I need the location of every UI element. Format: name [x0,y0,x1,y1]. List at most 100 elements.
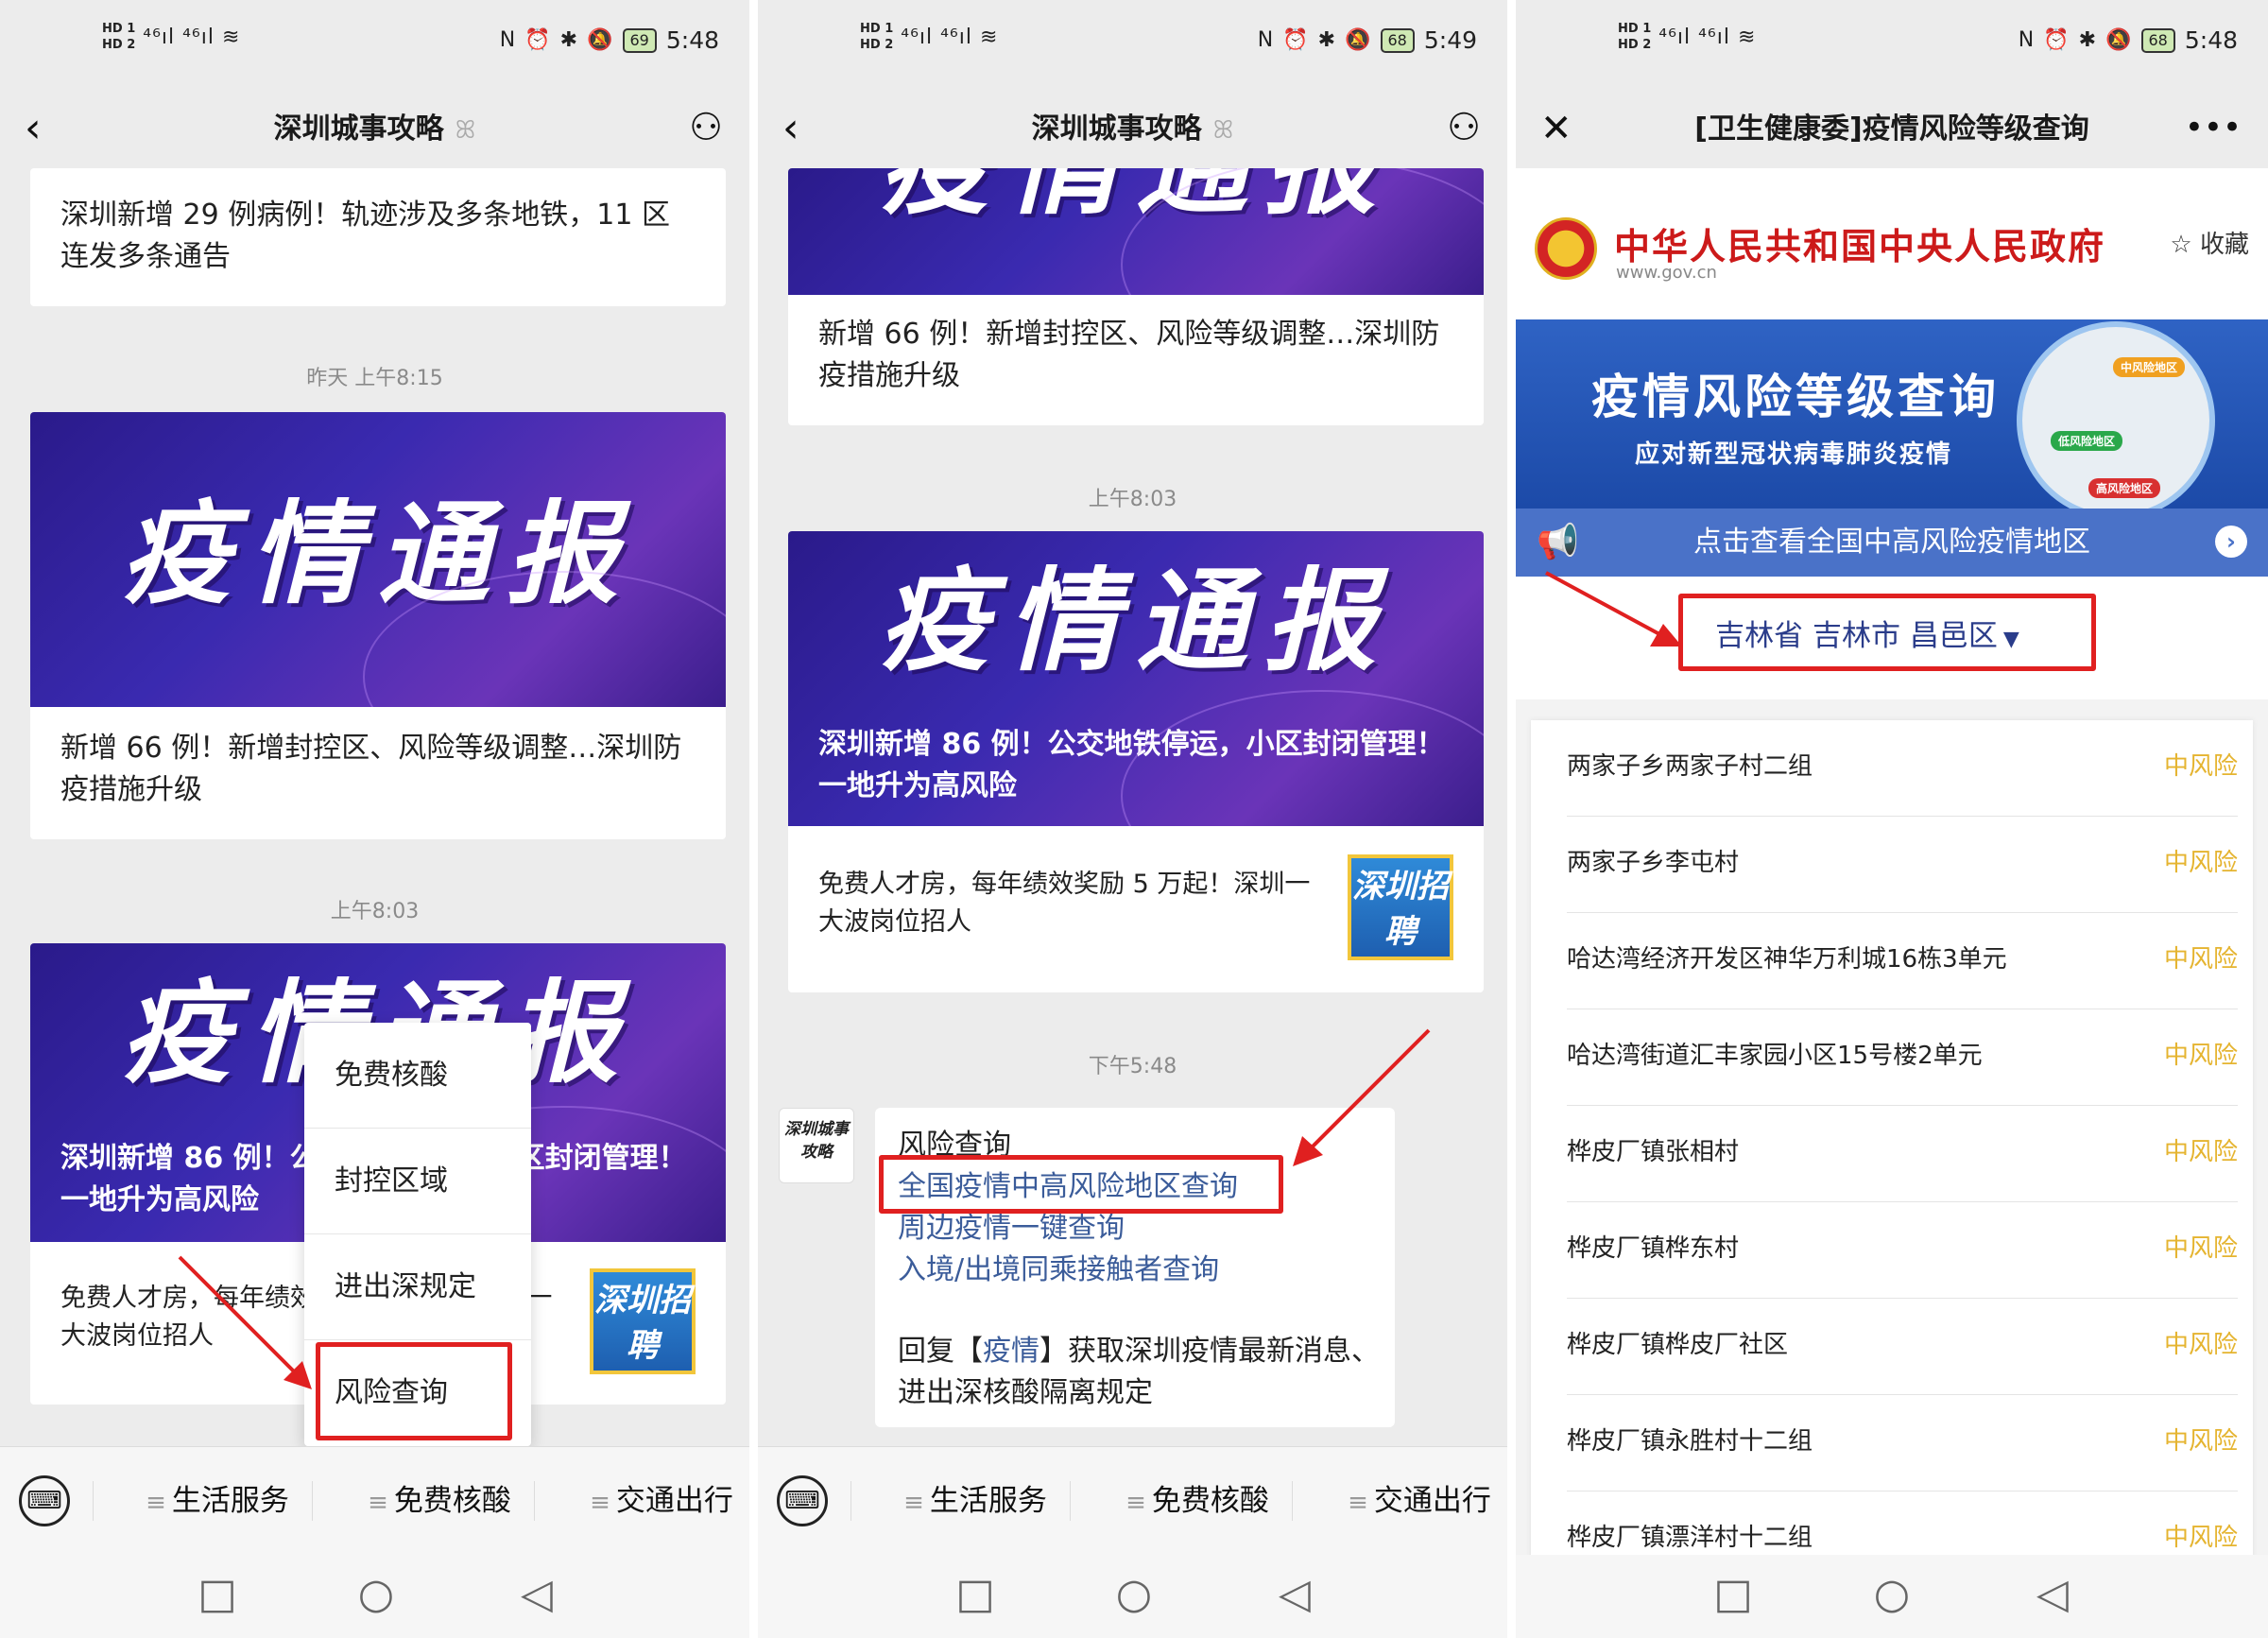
signal-icon: ⁴⁶ıl ⁴⁶ıl [1658,25,1730,49]
recruit-thumbnail: 深圳招聘 [590,1268,696,1374]
article-card[interactable]: 疫情通报 新增 66 例！新增封控区、风险等级调整…深圳防疫措施升级 [30,412,726,839]
risk-area-list: 两家子乡两家子村二组 中风险 两家子乡李屯村 中风险 哈达湾经济开发区神华万利城16… [1531,720,2253,1571]
back-nav-icon[interactable]: ◁ [2019,1566,2086,1623]
risk-level: 中风险 [2163,1524,2238,1552]
recents-icon[interactable]: □ [184,1566,250,1623]
recents-icon[interactable]: □ [942,1566,1008,1623]
menu-label: 生活服务 [171,1484,289,1518]
hd2-label: HD 2 [1618,38,1652,52]
clock: 5:48 [665,26,719,54]
timestamp: 上午8:03 [1088,488,1177,511]
tag-low-risk: 低风险地区 [2051,431,2123,451]
title-text: 深圳城事攻略 [273,112,444,146]
arrow-annotation [1293,1028,1431,1166]
list-item[interactable]: 桦皮厂镇张相村 中风险 [1567,1106,2238,1202]
article-card[interactable]: 深圳新增 29 例病例！轨迹涉及多条地铁，11 区连发多条通告 [30,168,726,306]
hero-subtitle: 应对新型冠状病毒肺炎疫情 [1635,440,1953,469]
keyboard-icon[interactable]: ⌨ [19,1475,70,1526]
favorite-button[interactable]: ☆ 收藏 [2170,225,2249,260]
risk-level: 中风险 [2163,1138,2238,1166]
highlight-box [316,1342,512,1440]
title-text: 深圳城事攻略 [1031,112,1202,146]
risk-level: 中风险 [2163,849,2238,877]
system-nav: □ ○ ◁ [1516,1555,2268,1638]
status-bar: HD 1 HD 2 ⁴⁶ıl ⁴⁶ıl ≋ N ⏰ ✱ 🔕 68 5:48 [1516,0,2268,91]
status-left: HD 1 HD 2 ⁴⁶ıl ⁴⁶ıl ≋ [1618,21,1756,53]
home-icon[interactable]: ○ [1859,1566,1925,1623]
area-name: 两家子乡李屯村 [1567,849,1740,877]
menu-label: 生活服务 [929,1484,1047,1518]
hd-indicator: HD 1 HD 2 [860,21,893,53]
avatar[interactable]: 深圳城事攻略 [779,1108,854,1183]
menu-life-services[interactable]: ≡ 生活服务 [881,1475,1070,1528]
menu-free-test[interactable]: ≡ 免费核酸 [1103,1475,1292,1528]
hd1-label: HD 1 [1618,22,1652,36]
menu-transport[interactable]: ≡ 交通出行 [567,1475,749,1528]
list-item[interactable]: 两家子乡两家子村二组 中风险 [1567,720,2238,817]
more-icon[interactable]: ••• [2185,100,2242,155]
reply-hint: 回复【疫情】获取深圳疫情最新消息、进出深核酸隔离规定 [898,1331,1389,1414]
menu-life-services[interactable]: ≡ 生活服务 [123,1475,312,1528]
risk-level: 中风险 [2163,1427,2238,1456]
status-bar: HD 1 HD 2 ⁴⁶ıl ⁴⁶ıl ≋ N ⏰ ✱ 🔕 68 5:49 [758,0,1507,91]
reply-keyword[interactable]: 疫情 [983,1335,1040,1368]
list-item[interactable]: 哈达湾经济开发区神华万利城16栋3单元 中风险 [1567,913,2238,1009]
banner-text: 疫情通报 [788,168,1484,240]
popup-item-free-test[interactable]: 免费核酸 [304,1023,531,1129]
area-name: 桦皮厂镇桦东村 [1567,1234,1740,1263]
link-entry-exit-query[interactable]: 入境/出境同乘接触者查询 [898,1250,1219,1291]
bluetooth-icon: ✱ [1317,28,1336,52]
system-nav: □ ○ ◁ [758,1555,1507,1638]
article-banner: 疫情通报 [30,412,726,707]
signal-icon: ⁴⁶ıl ⁴⁶ıl [143,25,215,49]
article-card[interactable]: 疫情通报 深圳新增 86 例！公交地铁停运，小区封闭管理！一地升为高风险 免费人… [788,531,1484,992]
divider [312,1481,313,1521]
page-title: [卫生健康委]疫情风险等级查询 [1694,112,2089,146]
article-title: 深圳新增 29 例病例！轨迹涉及多条地铁，11 区连发多条通告 [60,198,670,273]
popup-item-lockdown-area[interactable]: 封控区域 [304,1129,531,1234]
page-title: 深圳城事攻略 ꕤ [758,108,1507,152]
banner-text: 疫情通报 [878,556,1393,686]
menu-icon: ≡ [1125,1489,1146,1517]
screen-wechat-chat-reply: HD 1 HD 2 ⁴⁶ıl ⁴⁶ıl ≋ N ⏰ ✱ 🔕 68 5:49 ‹ 深… [758,0,1507,1638]
area-name: 两家子乡两家子村二组 [1567,752,1813,781]
profile-icon[interactable]: ⚇ [689,100,723,155]
recruit-thumbnail: 深圳招聘 [1348,854,1453,960]
bluetooth-icon: ✱ [2078,28,2097,52]
highlight-box [1678,594,2096,671]
back-nav-icon[interactable]: ◁ [504,1566,570,1623]
home-icon[interactable]: ○ [343,1566,409,1623]
divider [93,1481,94,1521]
list-item[interactable]: 桦皮厂镇桦皮厂社区 中风险 [1567,1299,2238,1395]
alarm-icon: ⏰ [2043,28,2070,52]
map-icon: 中风险地区 低风险地区 高风险地区 [2017,321,2215,509]
menu-free-test[interactable]: ≡ 免费核酸 [345,1475,534,1528]
link-nearby-query[interactable]: 周边疫情一键查询 [898,1208,1125,1250]
national-emblem-icon [1535,217,1597,280]
profile-icon[interactable]: ⚇ [1447,100,1481,155]
recents-icon[interactable]: □ [1700,1566,1766,1623]
gov-name: 中华人民共和国中央人民政府 [1614,226,2106,267]
list-item[interactable]: 桦皮厂镇永胜村十二组 中风险 [1567,1395,2238,1491]
banner-caption: 深圳新增 86 例！公交地铁停运，小区封闭管理！一地升为高风险 [818,728,1445,802]
article-title: 新增 66 例！新增封控区、风险等级调整…深圳防疫措施升级 [818,318,1440,392]
menu-transport[interactable]: ≡ 交通出行 [1325,1475,1507,1528]
clock: 5:49 [1423,26,1477,54]
sub-article[interactable]: 免费人才房，每年绩效奖励 5 万起！深圳一大波岗位招人 深圳招聘 [818,854,1453,968]
keyboard-icon[interactable]: ⌨ [777,1475,828,1526]
risk-level: 中风险 [2163,945,2238,974]
alarm-icon: ⏰ [1282,28,1309,52]
list-item[interactable]: 哈达湾街道汇丰家园小区15号楼2单元 中风险 [1567,1009,2238,1106]
popup-item-entry-rules[interactable]: 进出深规定 [304,1234,531,1340]
home-icon[interactable]: ○ [1101,1566,1167,1623]
menu-icon: ≡ [146,1489,166,1517]
back-nav-icon[interactable]: ◁ [1262,1566,1328,1623]
list-item[interactable]: 两家子乡李屯村 中风险 [1567,817,2238,913]
article-card[interactable]: 疫情通报 新增 66 例！新增封控区、风险等级调整…深圳防疫措施升级 [788,168,1484,425]
hd2-label: HD 2 [860,38,894,52]
battery-icon: 68 [1380,27,1415,53]
divider [534,1481,535,1521]
list-item[interactable]: 桦皮厂镇桦东村 中风险 [1567,1202,2238,1299]
arrow-annotation [1545,571,1682,647]
banner-text: 疫情通报 [120,489,635,619]
